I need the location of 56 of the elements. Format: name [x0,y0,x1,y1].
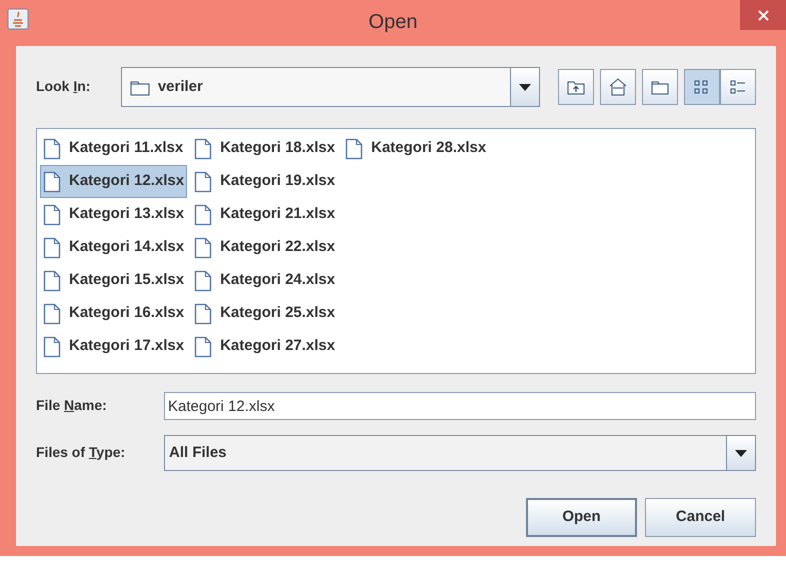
file-item[interactable]: Kategori 16.xlsx [40,297,188,330]
file-item[interactable]: Kategori 18.xlsx [191,132,338,165]
file-item[interactable]: Kategori 24.xlsx [191,264,338,297]
file-type-dropdown[interactable]: All Files [164,435,756,471]
file-icon [194,236,212,258]
dialog-button[interactable]: Cancel [645,498,756,537]
home-icon [609,78,627,96]
folder-icon [130,78,150,96]
toolbar-button[interactable] [684,69,720,105]
look-in-dropdown[interactable]: veriler [120,67,540,107]
file-icon [43,270,61,292]
file-name-field[interactable]: Kategori 12.xlsx [164,392,756,420]
close-button[interactable] [740,0,786,30]
toolbar-button[interactable] [558,69,594,105]
look-in-value: veriler [158,76,203,97]
toolbar-button[interactable] [600,69,636,105]
details-view-icon [730,79,746,95]
dialog-button[interactable]: Open [526,498,637,537]
file-item[interactable]: Kategori 25.xlsx [191,297,338,330]
app-icon [7,8,29,30]
file-item[interactable]: Kategori 21.xlsx [191,198,338,231]
caret-icon [519,84,531,90]
file-icon [43,170,61,192]
file-item[interactable]: Kategori 15.xlsx [40,264,188,297]
file-icon [43,302,61,324]
file-item[interactable]: Kategori 17.xlsx [40,330,188,363]
folder-icon [651,79,669,95]
file-icon [43,204,61,226]
file-item[interactable]: Kategori 11.xlsx [40,132,188,165]
list-view-icon [694,79,710,95]
file-item[interactable]: Kategori 22.xlsx [191,231,338,264]
file-icon [194,302,212,324]
file-item[interactable]: Kategori 13.xlsx [40,198,188,231]
file-icon [194,270,212,292]
file-type-label: Files of Type: [36,444,126,460]
toolbar-button[interactable] [720,69,756,105]
file-item[interactable]: Kategori 28.xlsx [342,132,490,165]
file-item[interactable]: Kategori 19.xlsx [191,165,338,198]
file-icon [194,170,212,192]
folder-up-icon [567,79,585,95]
file-name-label: File Name: [36,397,107,413]
file-icon [345,138,364,160]
file-item[interactable]: Kategori 27.xlsx [191,330,338,363]
file-icon [43,236,61,258]
file-icon [43,138,61,160]
file-icon [194,336,212,358]
toolbar-button[interactable] [642,69,678,105]
file-icon [43,336,61,358]
look-in-label: Look In: [36,78,90,94]
file-icon [194,204,212,226]
caret-icon [735,450,747,456]
file-item[interactable]: Kategori 14.xlsx [40,231,188,264]
close-icon [758,10,768,20]
file-item[interactable]: Kategori 12.xlsx [40,165,188,198]
window-title: Open [368,10,418,35]
file-icon [194,138,212,160]
